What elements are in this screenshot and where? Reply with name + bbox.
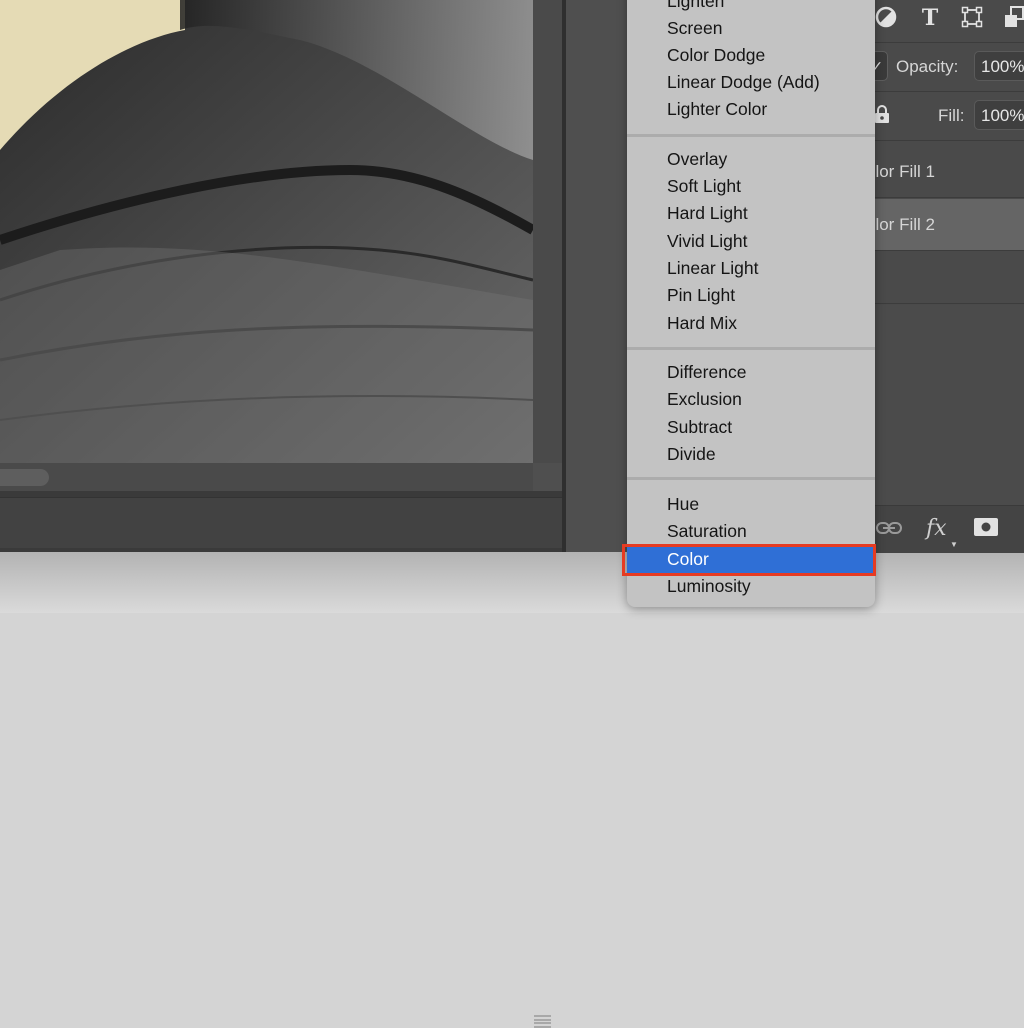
- mask-icon[interactable]: [974, 518, 998, 541]
- menu-item-lighten[interactable]: Lighten: [627, 0, 875, 15]
- menu-item-linear-light[interactable]: Linear Light: [627, 255, 875, 282]
- document-canvas-area: [0, 0, 566, 1028]
- fill-row: Fill: 100%: [874, 92, 1024, 141]
- menu-item-linear-dodge[interactable]: Linear Dodge (Add): [627, 69, 875, 96]
- opacity-field[interactable]: 100%: [974, 51, 1024, 81]
- lock-icon[interactable]: [874, 104, 890, 129]
- fill-label: Fill:: [938, 106, 965, 125]
- hamburger-menu-icon[interactable]: [534, 1015, 551, 1028]
- menu-item-saturation[interactable]: Saturation: [627, 518, 875, 545]
- menu-item-overlay[interactable]: Overlay: [627, 146, 875, 173]
- menu-item-soft-light[interactable]: Soft Light: [627, 173, 875, 200]
- menu-item-hard-light[interactable]: Hard Light: [627, 200, 875, 227]
- fill-field[interactable]: 100%: [974, 100, 1024, 130]
- photo-image: [0, 0, 533, 463]
- horizontal-scroll-thumb[interactable]: [0, 469, 49, 486]
- menu-item-divide[interactable]: Divide: [627, 441, 875, 468]
- layer-name: olor Fill 2: [874, 215, 935, 234]
- layer-item[interactable]: d: [874, 252, 1024, 304]
- menu-item-luminosity[interactable]: Luminosity: [627, 573, 875, 600]
- layers-panel: T ✓ Opacity: 100% Fill: 100% olor Fill 1…: [868, 0, 1024, 553]
- menu-item-vivid-light[interactable]: Vivid Light: [627, 228, 875, 255]
- menu-item-hue[interactable]: Hue: [627, 491, 875, 518]
- layer-filter-row: T: [874, 0, 1024, 43]
- menu-item-pin-light[interactable]: Pin Light: [627, 282, 875, 309]
- fx-dropdown-arrow-icon: ▼: [950, 540, 958, 549]
- horizontal-scrollbar[interactable]: [0, 463, 533, 491]
- opacity-row: ✓ Opacity: 100%: [868, 43, 1024, 92]
- menu-item-subtract[interactable]: Subtract: [627, 414, 875, 441]
- layer-item[interactable]: olor Fill 1: [874, 146, 1024, 198]
- vertical-scrollbar[interactable]: [533, 0, 562, 490]
- menu-item-color[interactable]: Color: [627, 546, 875, 573]
- link-icon[interactable]: [876, 521, 902, 540]
- menu-item-screen[interactable]: Screen: [627, 15, 875, 42]
- fx-icon[interactable]: fx: [926, 516, 947, 541]
- status-bar: [0, 497, 562, 1028]
- menu-item-lighter-color[interactable]: Lighter Color: [627, 96, 875, 123]
- menu-separator: [627, 134, 875, 137]
- adjustment-layer-icon[interactable]: [874, 6, 898, 30]
- layer-item-selected[interactable]: olor Fill 2: [874, 199, 1024, 251]
- menu-separator: [627, 347, 875, 350]
- layers-footer: fx ▼: [874, 505, 1024, 553]
- menu-item-color-dodge[interactable]: Color Dodge: [627, 42, 875, 69]
- menu-item-difference[interactable]: Difference: [627, 359, 875, 386]
- layer-name: olor Fill 1: [874, 162, 935, 181]
- layers-list-empty-area: [874, 305, 1024, 505]
- opacity-label: Opacity:: [896, 57, 959, 76]
- shape-layer-icon[interactable]: [960, 6, 984, 30]
- canvas-photo[interactable]: [0, 0, 533, 463]
- menu-item-exclusion[interactable]: Exclusion: [627, 386, 875, 413]
- scroll-corner: [533, 463, 562, 491]
- type-layer-icon[interactable]: T: [918, 6, 942, 30]
- blend-mode-menu: Lighten Screen Color Dodge Linear Dodge …: [627, 0, 875, 607]
- smart-object-icon[interactable]: [1002, 6, 1024, 30]
- menu-item-hard-mix[interactable]: Hard Mix: [627, 310, 875, 337]
- menu-separator: [627, 477, 875, 480]
